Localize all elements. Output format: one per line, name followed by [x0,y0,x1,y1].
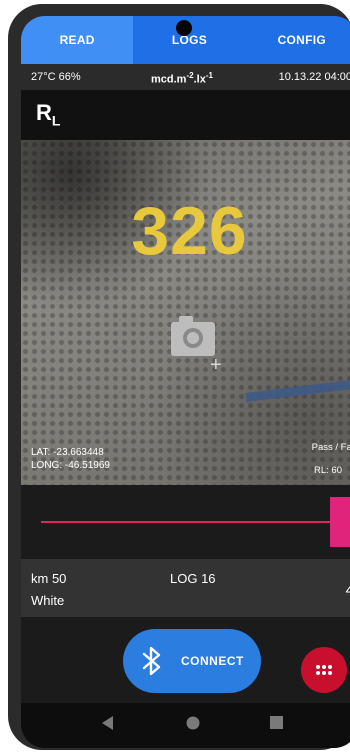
home-circle-icon[interactable] [185,715,201,731]
slider [21,485,350,559]
tab-config[interactable]: CONFIG [246,16,350,64]
rl-header: RL [21,90,350,140]
connect-button[interactable]: CONNECT [123,629,261,693]
gps-coordinates: LAT: -23.663448 LONG: -46.51969 [31,446,110,472]
km-marker: km 50 [31,571,67,586]
system-nav-bar [21,703,350,748]
status-bar: 27°C 66% mcd.m-2.lx-1 10.13.22 04:00 [21,64,350,90]
road-marking-stripe [245,375,350,402]
recents-square-icon[interactable] [269,715,284,730]
unit-base: mcd.m [151,73,187,86]
rl-symbol: RL [36,100,60,128]
longitude: LONG: -46.51969 [31,460,110,471]
phone-frame: READ LOGS CONFIG 27°C 66% mcd.m-2.lx-1 1… [8,4,350,750]
rl-symbol-main: R [36,100,52,125]
dots-grid-icon [316,665,332,675]
reading-count: 4 [345,582,350,599]
crosshair-icon: + [210,354,222,376]
tab-read[interactable]: READ [21,16,134,64]
rl-symbol-subscript: L [51,112,61,129]
unit-mid: .lx [193,73,206,86]
back-triangle-icon[interactable] [101,715,115,731]
latitude: LAT: -23.663448 [31,447,104,458]
bluetooth-icon [142,646,161,676]
unit-exponent-2: -1 [205,71,213,80]
front-camera [176,20,192,36]
slider-thumb[interactable] [330,497,350,547]
log-info-panel: km 50 White LOG 16 4 [21,559,350,617]
action-bar: CONNECT [21,617,350,703]
menu-fab[interactable] [301,647,347,693]
date-time: 10.13.22 04:00 [278,71,350,83]
reading-value: 326 [131,193,248,269]
pass-fail-toggle[interactable]: Pass / Fail [312,442,350,453]
rl-threshold: RL: 60 [314,465,342,476]
camera-preview[interactable]: 326 + LAT: -23.663448 LONG: -46.51969 Pa… [21,140,350,485]
unit-exponent-1: -2 [186,71,194,80]
log-number: LOG 16 [170,571,216,586]
camera-icon[interactable] [171,316,215,356]
slider-track[interactable] [41,521,341,523]
material-color: White [31,593,65,608]
measurement-unit: mcd.m-2.lx-1 [151,71,213,86]
temperature-humidity: 27°C 66% [31,71,81,83]
app-screen: READ LOGS CONFIG 27°C 66% mcd.m-2.lx-1 1… [21,16,350,748]
connect-label: CONNECT [181,654,244,668]
